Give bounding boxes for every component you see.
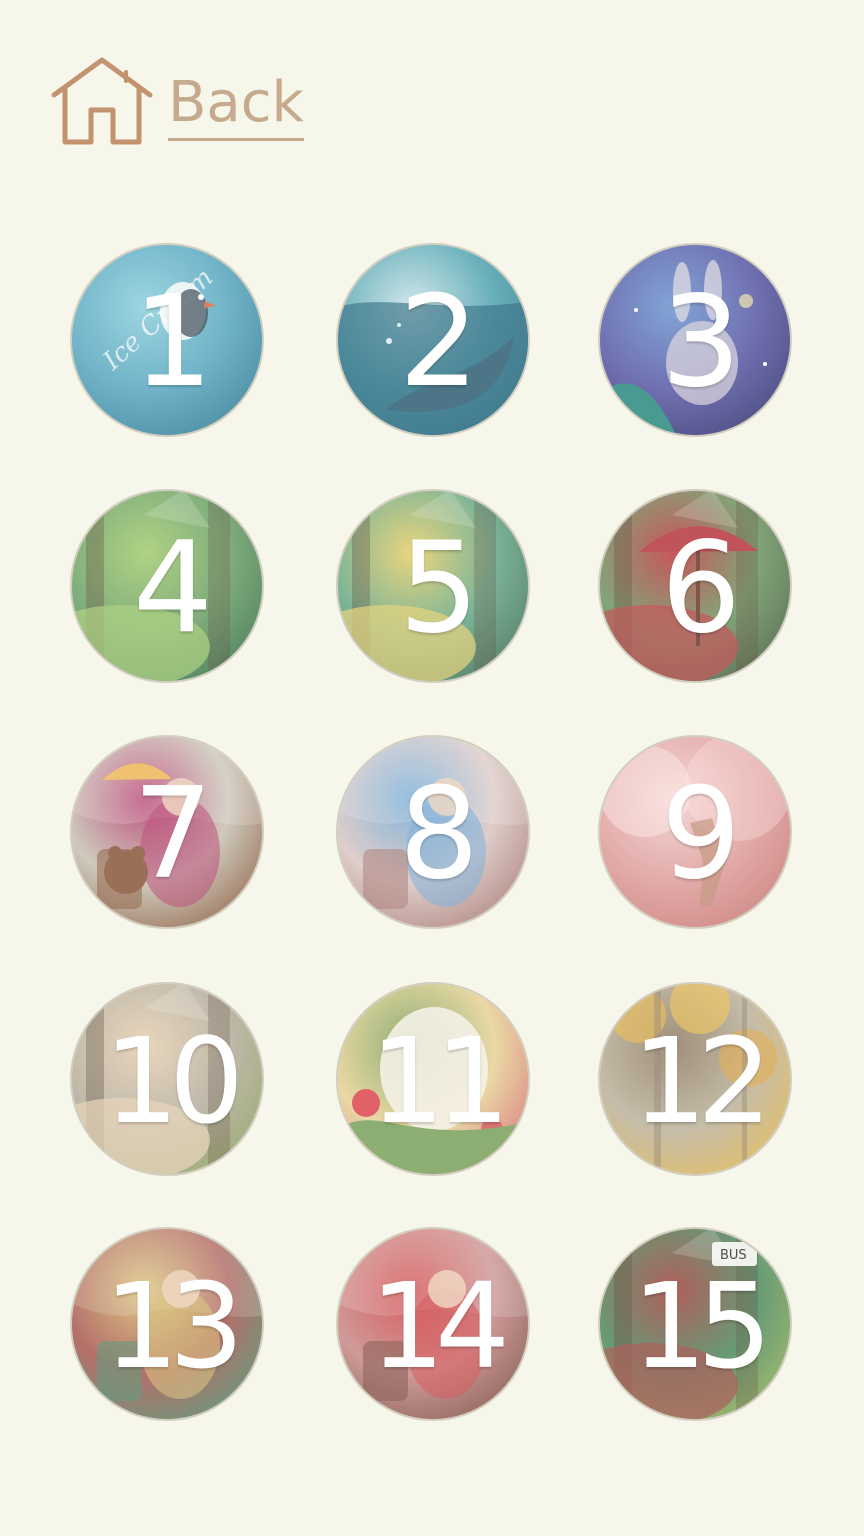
- level-button-4[interactable]: 4: [70, 489, 264, 683]
- level-grid: Ice Cream 1 2: [70, 243, 792, 1421]
- level-button-15[interactable]: BUS 15: [598, 1227, 792, 1421]
- level-button-9[interactable]: 9: [598, 735, 792, 929]
- level-number: 11: [369, 1012, 510, 1150]
- back-label: Back: [168, 68, 304, 141]
- level-number: 13: [103, 1257, 244, 1395]
- level-button-11[interactable]: 11: [336, 982, 530, 1176]
- level-button-8[interactable]: 8: [336, 735, 530, 929]
- level-button-10[interactable]: 10: [70, 982, 264, 1176]
- home-icon: [51, 57, 153, 145]
- level-number: 9: [660, 760, 741, 907]
- level-number: 14: [369, 1257, 510, 1395]
- level-button-14[interactable]: 14: [336, 1227, 530, 1421]
- level-button-5[interactable]: 5: [336, 489, 530, 683]
- level-button-13[interactable]: 13: [70, 1227, 264, 1421]
- level-number: 8: [398, 760, 479, 907]
- level-number: 2: [398, 268, 479, 415]
- level-button-3[interactable]: 3: [598, 243, 792, 437]
- level-button-6[interactable]: 6: [598, 489, 792, 683]
- level-number: 5: [398, 514, 479, 661]
- level-number: 6: [660, 514, 741, 661]
- level-number: 10: [103, 1012, 244, 1150]
- level-button-2[interactable]: 2: [336, 243, 530, 437]
- level-number: 12: [631, 1012, 772, 1150]
- level-button-1[interactable]: Ice Cream 1: [70, 243, 264, 437]
- level-button-12[interactable]: 12: [598, 982, 792, 1176]
- back-button[interactable]: Back: [50, 56, 310, 148]
- level-number: 7: [132, 760, 213, 907]
- level-number: 15: [631, 1257, 772, 1395]
- level-number: 3: [660, 268, 741, 415]
- level-button-7[interactable]: 7: [70, 735, 264, 929]
- level-number: 1: [132, 268, 213, 415]
- level-number: 4: [132, 514, 213, 661]
